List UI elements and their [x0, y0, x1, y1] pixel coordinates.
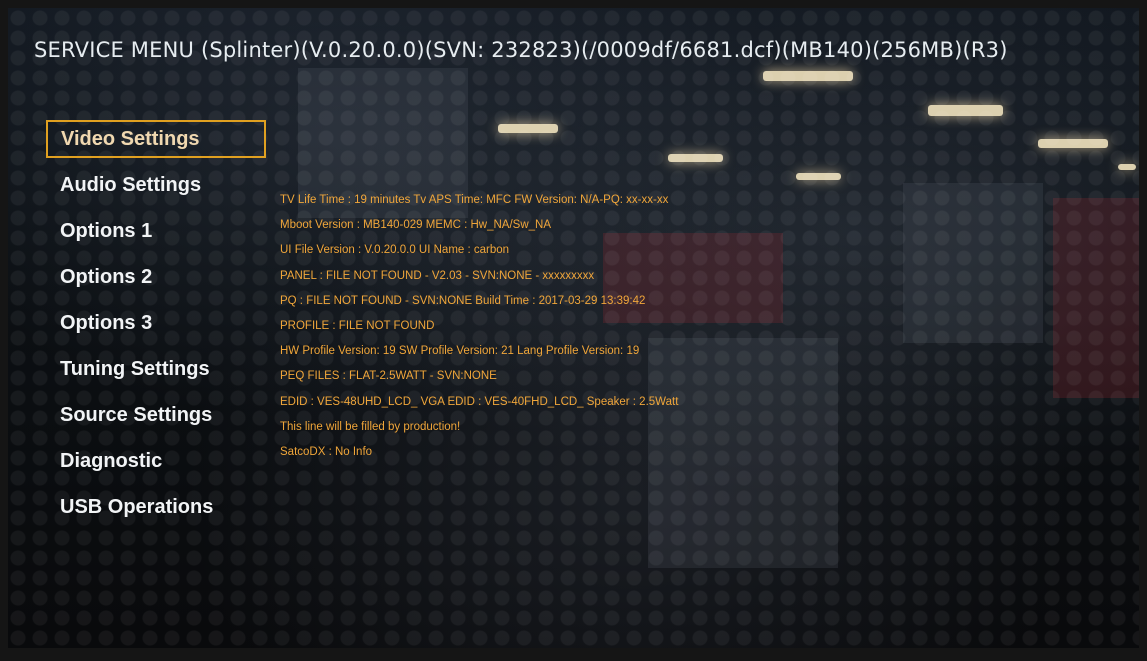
menu-item-label: Options 3 [60, 312, 153, 334]
menu-item-label: Video Settings [61, 128, 200, 150]
service-menu-list: Video Settings Audio Settings Options 1 … [46, 120, 266, 534]
menu-item-options-3[interactable]: Options 3 [46, 304, 266, 350]
ceiling-light-reflection [796, 173, 841, 180]
info-panel: PANEL : FILE NOT FOUND - V2.03 - SVN:NON… [280, 269, 595, 282]
info-edid: EDID : VES-48UHD_LCD_ VGA EDID : VES-40F… [280, 395, 679, 408]
menu-item-label: Options 2 [60, 266, 153, 288]
info-hw-profile-version: HW Profile Version: 19 SW Profile Versio… [280, 345, 640, 358]
menu-item-label: Options 1 [60, 220, 153, 242]
ceiling-light-reflection [668, 154, 723, 162]
info-profile: PROFILE : FILE NOT FOUND [280, 319, 435, 332]
info-pq: PQ : FILE NOT FOUND - SVN:NONE Build Tim… [280, 294, 646, 307]
ceiling-light-reflection [763, 71, 853, 81]
info-production-line: This line will be filled by production! [280, 420, 461, 433]
menu-item-label: USB Operations [60, 496, 214, 518]
info-ui-file-version: UI File Version : V.0.20.0.0 UI Name : c… [280, 244, 510, 257]
system-info-panel: TV Life Time : 19 minutes Tv APS Time: M… [280, 190, 800, 467]
menu-item-usb-operations[interactable]: USB Operations [46, 488, 266, 534]
ceiling-light-reflection [1118, 164, 1136, 170]
ceiling-light-reflection [498, 124, 558, 133]
menu-item-options-2[interactable]: Options 2 [46, 258, 266, 304]
menu-item-video-settings[interactable]: Video Settings [46, 120, 266, 158]
menu-item-label: Audio Settings [60, 174, 202, 196]
menu-item-label: Source Settings [60, 404, 213, 426]
ceiling-light-reflection [928, 105, 1003, 116]
window-reflection [903, 183, 1043, 343]
menu-item-audio-settings[interactable]: Audio Settings [46, 166, 266, 212]
tv-screen: SERVICE MENU (Splinter)(V.0.20.0.0)(SVN:… [8, 8, 1139, 648]
menu-item-label: Tuning Settings [60, 358, 210, 380]
service-menu-title: SERVICE MENU (Splinter)(V.0.20.0.0)(SVN:… [34, 38, 1008, 62]
menu-item-source-settings[interactable]: Source Settings [46, 396, 266, 442]
info-satcodx: SatcoDX : No Info [280, 445, 373, 458]
ceiling-light-reflection [1038, 139, 1108, 148]
menu-item-label: Diagnostic [60, 450, 163, 472]
info-peq-files: PEQ FILES : FLAT-2.5WATT - SVN:NONE [280, 370, 497, 383]
menu-item-options-1[interactable]: Options 1 [46, 212, 266, 258]
red-wall-reflection [1053, 198, 1139, 398]
menu-item-tuning-settings[interactable]: Tuning Settings [46, 350, 266, 396]
info-tv-life-time: TV Life Time : 19 minutes Tv APS Time: M… [280, 194, 669, 206]
info-mboot-version: Mboot Version : MB140-029 MEMC : Hw_NA/S… [280, 219, 551, 232]
menu-item-diagnostic[interactable]: Diagnostic [46, 442, 266, 488]
